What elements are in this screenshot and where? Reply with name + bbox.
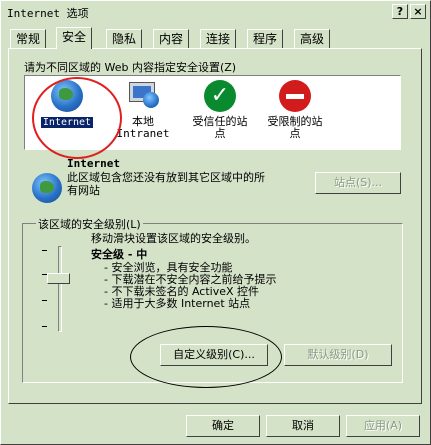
default-level-button[interactable]: 默认级别(D) — [284, 344, 392, 366]
zone-restricted[interactable]: 受限制的站 点 — [259, 80, 331, 140]
level-intro: 移动滑块设置该区域的安全级别。 — [91, 232, 256, 245]
level-description-list: 安全浏览，具有安全功能 下载潜在不安全内容之前给予提示 不下载未签名的 Acti… — [104, 262, 276, 310]
help-button[interactable]: ? — [392, 4, 408, 19]
zone-prompt: 请为不同区域的 Web 内容指定安全设置(Z) — [24, 61, 237, 74]
window-title: Internet 选项 — [7, 7, 89, 20]
cancel-button[interactable]: 取消 — [266, 415, 340, 437]
checkmark-icon: ✓ — [204, 80, 236, 112]
title-bar: Internet 选项 ? × — [3, 3, 428, 21]
zone-intranet-label: 本地 Intranet — [116, 115, 170, 140]
black-highlight-oval — [130, 326, 282, 388]
sites-button[interactable]: 站点(S)... — [315, 172, 401, 194]
slider-tick — [42, 250, 47, 251]
slider-tick — [42, 326, 47, 327]
tab-advanced[interactable]: 高级 — [294, 29, 331, 48]
ok-button[interactable]: 确定 — [186, 415, 260, 437]
apply-button[interactable]: 应用(A) — [346, 415, 420, 437]
zone-trusted-label: 受信任的站 点 — [192, 115, 248, 140]
red-highlight-circle — [32, 77, 122, 159]
tab-general[interactable]: 常规 — [10, 29, 47, 48]
close-button[interactable]: × — [410, 4, 426, 19]
zone-trusted[interactable]: ✓ 受信任的站 点 — [184, 80, 256, 140]
list-item: 适用于大多数 Internet 站点 — [104, 298, 276, 310]
tab-programs[interactable]: 程序 — [247, 29, 284, 48]
slider-tick — [42, 300, 47, 301]
restricted-icon — [279, 80, 311, 112]
globe-icon — [32, 173, 62, 203]
tab-privacy[interactable]: 隐私 — [106, 29, 143, 48]
zone-restricted-label: 受限制的站 点 — [267, 115, 323, 140]
security-slider-track[interactable] — [58, 246, 62, 332]
zone-description: 此区域包含您还没有放到其它区域中的所有网站 — [67, 171, 265, 197]
computer-globe-icon — [127, 80, 159, 112]
tab-security[interactable]: 安全 — [56, 27, 93, 49]
level-name: 安全级 - 中 — [91, 248, 148, 261]
zone-name: Internet — [67, 157, 120, 170]
tab-content[interactable]: 内容 — [153, 29, 190, 48]
tab-connections[interactable]: 连接 — [200, 29, 237, 48]
security-slider-thumb[interactable] — [47, 273, 70, 284]
